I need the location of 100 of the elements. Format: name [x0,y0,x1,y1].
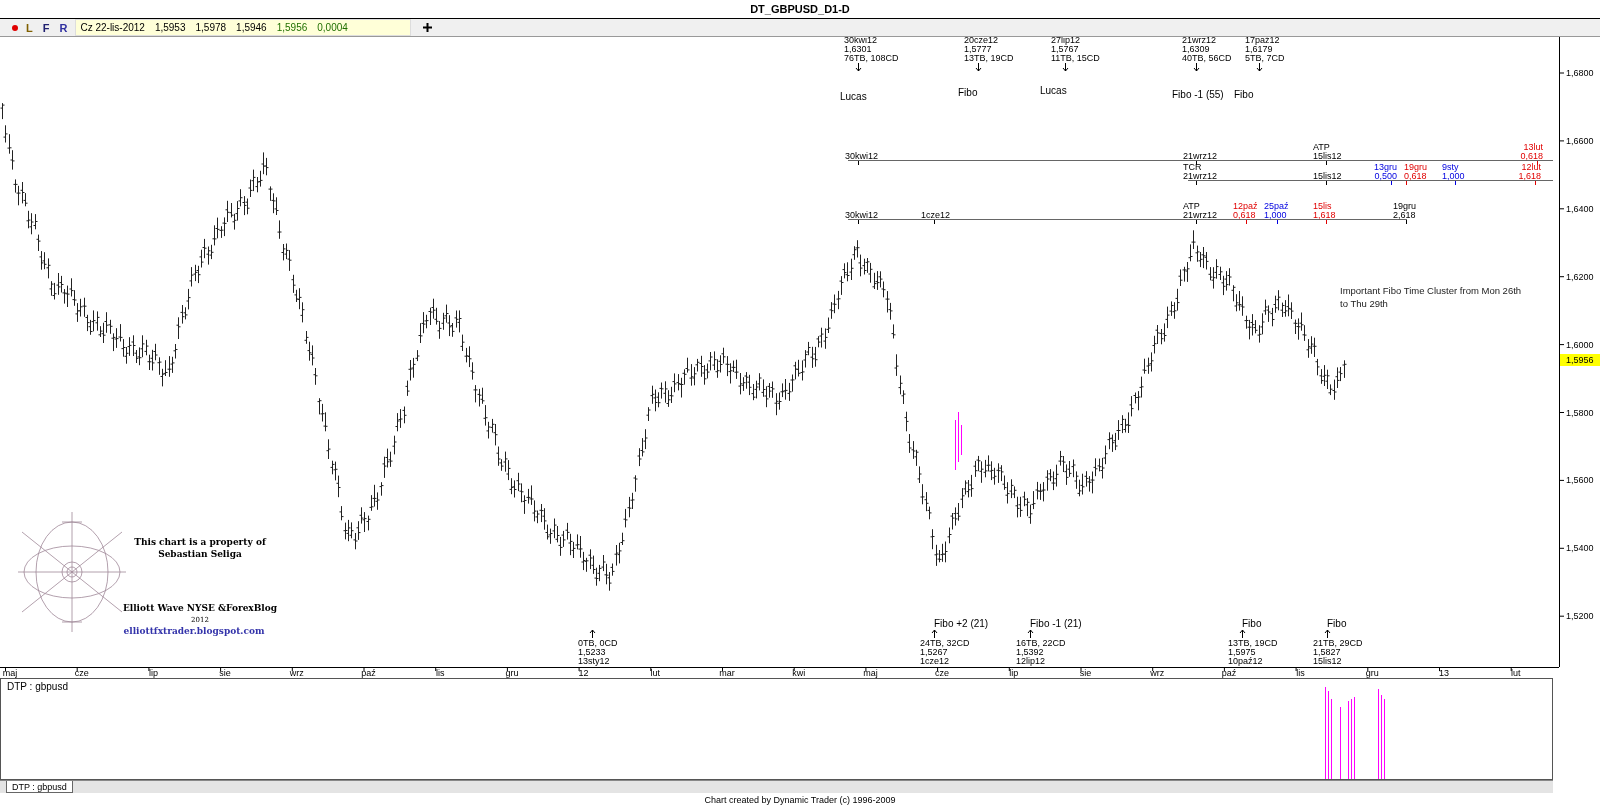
price-label: 1,6800 [1566,68,1594,78]
timeline-label: 15lis [1313,201,1332,211]
down-arrow-icon [1256,62,1263,72]
down-arrow-icon [1062,62,1069,72]
month-label: wrz [289,668,304,678]
timeline-label: 12lut [1521,162,1541,172]
pivot-counts: 13TB, 19CD [964,53,1014,63]
pivot-price: 1,5767 [1051,44,1079,54]
toolbar-button[interactable]: L [24,21,35,34]
timeline-label: 1,618 [1518,171,1541,181]
window-title: DT_GBPUSD_D1-D [750,3,850,15]
up-arrow-icon [931,629,938,639]
month-label: lis [1296,668,1305,678]
pivot-date: 17paź12 [1245,37,1280,45]
price-label: 1,6400 [1566,203,1594,214]
month-label: lip [148,668,158,678]
quote-value: 1,5946 [236,22,267,33]
month-label: sie [219,668,231,678]
timeline-label: 0,618 [1233,210,1256,220]
month-label: paź [361,668,376,678]
quote-value: 1,5978 [195,22,227,33]
pivot-date: 27lip12 [1051,37,1081,45]
month-label: maj [2,668,18,678]
pivot-label: Fibo -1 (21) [1030,618,1082,629]
timeline-label: 13lut [1523,142,1543,152]
timeline-label: 1,000 [1264,210,1287,220]
pivot-label: Fibo [958,87,978,98]
price-label: 1,5400 [1566,543,1594,554]
down-arrow-icon [975,62,982,72]
timeline-label: 25paź [1264,201,1289,211]
month-label: maj [863,668,878,678]
timeline-label: TCR [1183,162,1202,172]
timeline-label: 30kwi12 [845,151,879,161]
pivot-label: Fibo [1327,618,1347,629]
month-label: lip [1009,668,1019,678]
pivot-price: 1,5392 [1016,647,1044,657]
toolbar-button[interactable]: R [57,21,70,34]
pivot-price: 1,5975 [1228,647,1256,657]
month-label: 12 [578,668,589,678]
timeline-label: 1cze12 [921,210,951,220]
credit-text: This chart is a property of [134,537,266,547]
timeline-label: 13gru [1373,162,1397,172]
pivot-counts: 76TB, 108CD [844,53,899,63]
timeline-label: 21wrz12 [1183,151,1218,161]
timeline-label: 0,500 [1374,171,1397,181]
month-label: gru [505,668,519,678]
pivot-counts: 21TB, 29CD [1313,638,1363,648]
month-label: cze [74,668,89,678]
timeline-label: ATP [1183,201,1200,211]
price-label: 1,5200 [1566,611,1594,622]
month-label: mar [719,668,735,678]
month-label: lis [435,668,445,678]
up-arrow-icon [1027,629,1034,639]
pivot-price: 1,6301 [844,44,872,54]
timeline-label: 0,618 [1520,151,1543,161]
pivot-price: 1,5267 [920,647,948,657]
timeline-label: 1,000 [1442,171,1465,181]
add-icon[interactable] [423,23,433,32]
month-label: lut [1510,668,1521,678]
timeline-label: 15lis12 [1313,151,1342,161]
down-arrow-icon [1193,62,1200,72]
pivot-date: 30kwi12 [844,37,878,45]
timeline-label: 1,618 [1313,210,1336,220]
timeline-label: 30kwi12 [845,210,879,220]
pivot-price: 1,6309 [1182,44,1210,54]
price-label: 1,6600 [1566,135,1594,146]
month-label: 13 [1439,668,1449,678]
month-label: gru [1365,668,1379,678]
timeline-label: 9sty [1442,162,1459,172]
up-arrow-icon [1324,629,1331,639]
pivot-label: Fibo [1242,618,1262,629]
up-arrow-icon [1239,629,1246,639]
quote-value: 1,5956 [276,22,308,33]
timeline-label: 12paź [1233,201,1258,211]
pivot-date: 20cze12 [964,37,999,45]
pivot-price: 1,6179 [1245,44,1273,54]
pivot-counts: 24TB, 32CD [920,638,970,648]
pivot-counts: 16TB, 22CD [1016,638,1066,648]
annotation-text: Important Fibo Time Cluster from Mon 26th to Thu 29th [1340,284,1522,310]
pivot-date: 21wrz12 [1182,37,1217,45]
quote-value: 0,0004 [317,22,348,33]
month-label: cze [935,668,950,678]
last-price-label: 1,5956 [1566,355,1594,365]
timeline-label: ATP [1313,142,1330,152]
toolbar-button[interactable]: F [40,21,52,34]
pivot-date: 1cze12 [920,656,950,666]
blog-link[interactable]: elliottfxtrader.blogspot.com [123,626,265,636]
price-label: 1,6200 [1566,271,1594,282]
month-label: kwi [792,668,806,678]
highlight-bar-drawing [955,411,962,471]
month-label: sie [1079,668,1092,678]
price-label: 1,5800 [1566,407,1594,418]
timeline-label: 19gru [1393,201,1417,211]
down-arrow-icon [855,62,862,72]
month-label: lut [650,668,661,678]
price-label: 1,6000 [1566,339,1594,350]
record-dot-icon[interactable] [12,24,18,31]
pivot-counts: 0TB, 0CD [578,638,618,648]
pivot-label: Fibo +2 (21) [934,618,989,629]
panel-tab[interactable]: DTP : gbpusd [6,781,73,793]
